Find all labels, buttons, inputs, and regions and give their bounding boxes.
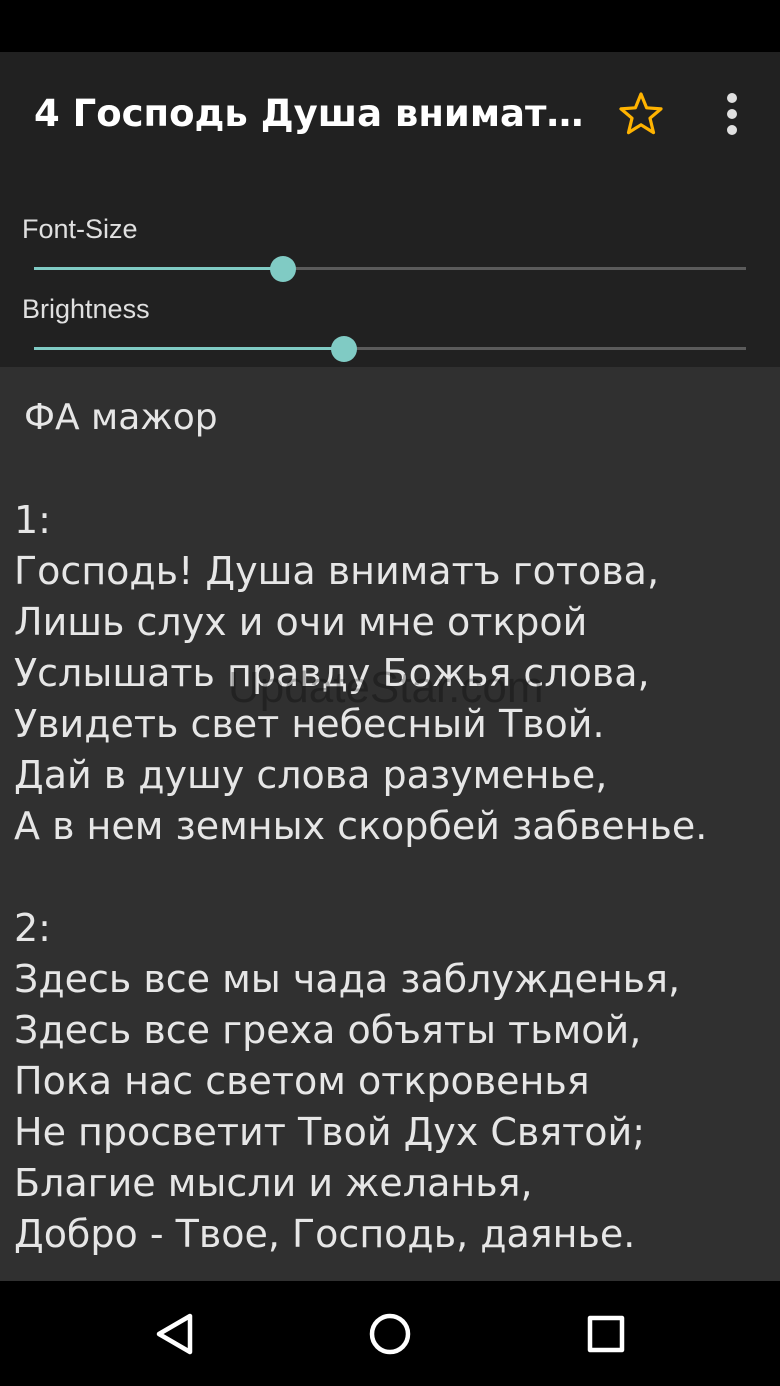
- verse-number: 2:: [14, 906, 51, 950]
- song-text-view[interactable]: ФА мажор 1: Господь! Душа вниматъ готова,…: [0, 367, 780, 1281]
- verse-line: Здесь все греха объяты тьмой,: [14, 1008, 642, 1052]
- font-size-slider[interactable]: [34, 255, 746, 283]
- brightness-label: Brightness: [22, 294, 150, 324]
- verse-line: А в нем земных скорбей забвенье.: [14, 804, 708, 848]
- verse-line: Здесь все мы чада заблужденья,: [14, 957, 681, 1001]
- verse-spacer: [14, 852, 774, 903]
- font-size-slider-thumb[interactable]: [270, 256, 297, 282]
- verse-line: Лишь слух и очи мне открой: [14, 600, 588, 644]
- favorite-button[interactable]: [612, 86, 670, 144]
- home-button[interactable]: [365, 1309, 415, 1359]
- display-controls-panel: Font-Size Brightness: [0, 180, 780, 367]
- verse-line: Пока нас светом откровенья: [14, 1059, 590, 1103]
- star-outline-icon: [619, 92, 663, 135]
- back-button[interactable]: [150, 1309, 200, 1359]
- verse-line: Не просветит Твой Дух Святой;: [14, 1110, 646, 1154]
- verse-line: Дай в душу слова разуменье,: [14, 753, 608, 797]
- verse-number: 1:: [14, 498, 51, 542]
- overflow-menu-button[interactable]: [710, 86, 754, 144]
- verse-line: Благие мысли и желанья,: [14, 1161, 533, 1205]
- recents-button[interactable]: [581, 1309, 631, 1359]
- verse-line: Услышать правду Божья слова,: [14, 651, 650, 695]
- recents-square-icon: [587, 1315, 625, 1353]
- back-triangle-icon: [156, 1313, 193, 1355]
- app-bar: 4 Господь Душа внимат…: [0, 52, 780, 180]
- status-bar: [0, 0, 780, 52]
- song-verses: 1: Господь! Душа вниматъ готова, Лишь слух…: [14, 495, 774, 1260]
- overflow-menu-icon: [727, 93, 737, 135]
- navigation-bar: [0, 1281, 780, 1386]
- verse-line: Господь! Душа вниматъ готова,: [14, 549, 660, 593]
- brightness-slider[interactable]: [34, 335, 746, 363]
- font-size-label: Font-Size: [22, 214, 138, 244]
- home-circle-icon: [369, 1313, 411, 1355]
- app-title: 4 Господь Душа внимат…: [34, 92, 594, 135]
- slider-fill: [34, 347, 344, 350]
- verse-line: Добро - Твое, Господь, даянье.: [14, 1212, 636, 1256]
- slider-fill: [34, 267, 284, 270]
- brightness-slider-thumb[interactable]: [330, 336, 357, 362]
- song-key: ФА мажор: [24, 397, 218, 438]
- verse-line: Увидеть свет небесный Твой.: [14, 702, 605, 746]
- app-title-text: 4 Господь Душа внимат…: [34, 92, 584, 135]
